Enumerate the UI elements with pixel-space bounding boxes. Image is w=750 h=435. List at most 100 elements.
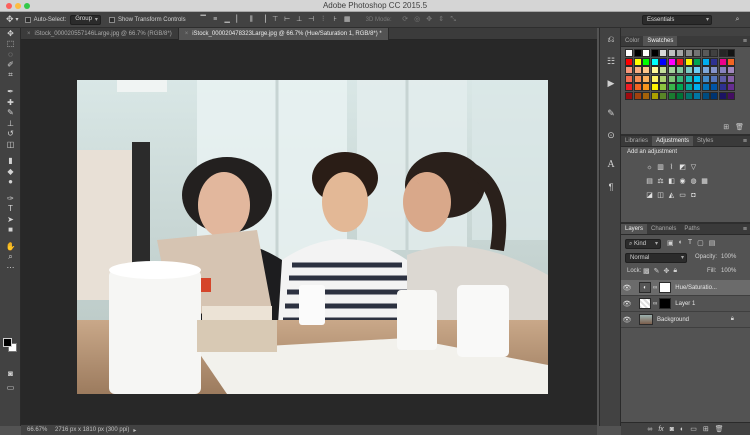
threshold-icon[interactable]: ◭ bbox=[667, 191, 676, 200]
color-swatch[interactable] bbox=[701, 74, 710, 83]
rectangle-icon[interactable]: ■ bbox=[0, 225, 21, 236]
layer-style-icon[interactable]: fx bbox=[658, 426, 663, 433]
3d-scale-icon[interactable]: ⤡ bbox=[449, 15, 458, 24]
brightness-contrast-icon[interactable]: ☼ bbox=[645, 163, 654, 172]
show-transform-checkbox-group[interactable]: Show Transform Controls bbox=[108, 16, 186, 23]
color-swatch[interactable] bbox=[718, 66, 727, 74]
color-swatch[interactable] bbox=[625, 83, 633, 91]
paragraph-panel-icon[interactable]: ¶ bbox=[600, 176, 622, 198]
layer-mask-thumbnail[interactable] bbox=[659, 298, 672, 309]
blur-icon[interactable]: ◆ bbox=[0, 166, 21, 177]
color-swatch[interactable] bbox=[684, 49, 693, 57]
color-swatch[interactable] bbox=[659, 66, 667, 74]
distribute-top-icon[interactable]: ⊤ bbox=[271, 15, 280, 24]
distribute-middle-icon[interactable]: ⊢ bbox=[283, 15, 292, 24]
gradient-map-icon[interactable]: ▭ bbox=[678, 191, 687, 200]
gradient-icon[interactable]: ▮ bbox=[0, 156, 21, 167]
color-swatch[interactable] bbox=[633, 83, 642, 91]
lock-transparent-icon[interactable]: ▩ bbox=[643, 267, 650, 275]
visibility-eye-icon[interactable]: 👁︎ bbox=[621, 300, 633, 308]
auto-select-target-select[interactable]: Group bbox=[70, 14, 101, 25]
eraser-icon[interactable]: ◫ bbox=[0, 139, 21, 150]
filter-type-icon[interactable]: T bbox=[688, 239, 692, 247]
color-swatch[interactable] bbox=[718, 57, 727, 66]
color-swatch[interactable] bbox=[727, 66, 735, 74]
color-swatch[interactable] bbox=[710, 66, 718, 74]
color-swatch[interactable] bbox=[701, 57, 710, 66]
color-swatch[interactable] bbox=[642, 74, 650, 83]
actions-panel-icon[interactable]: ▶ bbox=[600, 72, 622, 94]
color-swatch[interactable] bbox=[676, 66, 684, 74]
filter-pixel-icon[interactable]: ▣ bbox=[667, 239, 674, 247]
new-swatch-icon[interactable]: ⊞ bbox=[723, 123, 729, 131]
color-swatch[interactable] bbox=[676, 57, 684, 66]
search-icon[interactable]: ⌕ bbox=[733, 15, 742, 24]
color-swatch[interactable] bbox=[650, 83, 659, 91]
distribute-right-icon[interactable]: ⊦ bbox=[331, 15, 340, 24]
align-middle-icon[interactable]: ≡ bbox=[211, 15, 220, 24]
dodge-icon[interactable]: ● bbox=[0, 177, 21, 188]
color-swatch[interactable] bbox=[684, 66, 693, 74]
lock-image-icon[interactable]: ✎ bbox=[654, 267, 660, 275]
tab-adjustments[interactable]: Adjustments bbox=[652, 136, 694, 146]
invert-icon[interactable]: ◪ bbox=[645, 191, 654, 200]
tab-styles[interactable]: Styles bbox=[693, 136, 717, 146]
color-swatch[interactable] bbox=[701, 91, 710, 100]
filter-shape-icon[interactable]: ▢ bbox=[697, 239, 704, 247]
color-swatch[interactable] bbox=[684, 83, 693, 91]
color-swatch[interactable] bbox=[667, 49, 676, 57]
color-swatch[interactable] bbox=[710, 74, 718, 83]
color-swatch[interactable] bbox=[659, 83, 667, 91]
filter-adjustment-icon[interactable]: ◐ bbox=[679, 239, 683, 247]
color-swatch[interactable] bbox=[676, 91, 684, 100]
color-swatch[interactable] bbox=[693, 91, 701, 100]
document-tab[interactable]: × iStock_000020557146Large.jpg @ 66.7% (R… bbox=[21, 28, 179, 40]
zoom-icon[interactable]: ⌕ bbox=[0, 252, 21, 263]
3d-pan-icon[interactable]: ✥ bbox=[425, 15, 434, 24]
quick-mask-icon[interactable]: ◙ bbox=[0, 368, 21, 379]
color-swatch[interactable] bbox=[727, 91, 735, 100]
color-swatch[interactable] bbox=[727, 74, 735, 83]
color-swatch[interactable] bbox=[718, 91, 727, 100]
3d-orbit-icon[interactable]: ⟳ bbox=[401, 15, 410, 24]
align-center-icon[interactable]: ⫼ bbox=[247, 15, 256, 24]
color-swatch[interactable] bbox=[667, 74, 676, 83]
workspace-select[interactable]: Essentials bbox=[642, 15, 712, 25]
color-swatch[interactable] bbox=[642, 66, 650, 74]
delete-layer-icon[interactable]: 🗑︎ bbox=[715, 425, 724, 433]
auto-select-checkbox-group[interactable]: Auto-Select: bbox=[24, 16, 66, 23]
color-balance-icon[interactable]: ⚖ bbox=[656, 177, 665, 186]
color-swatch[interactable] bbox=[727, 83, 735, 91]
tool-preset-dropdown-icon[interactable]: ▾ bbox=[16, 16, 19, 23]
fill-value[interactable]: 100% bbox=[721, 268, 736, 274]
color-swatch[interactable] bbox=[650, 49, 659, 57]
tab-libraries[interactable]: Libraries bbox=[621, 136, 652, 146]
history-panel-icon[interactable]: ⎌ bbox=[600, 28, 622, 50]
zoom-level[interactable]: 66.67% bbox=[27, 427, 55, 433]
brush-panel-icon[interactable]: ✎ bbox=[600, 102, 622, 124]
color-swatch[interactable] bbox=[633, 66, 642, 74]
color-swatch[interactable] bbox=[684, 74, 693, 83]
layer-row-layer-1[interactable]: 👁︎ ∞ Layer 1 bbox=[621, 296, 750, 312]
clone-source-icon[interactable]: ⊙ bbox=[600, 124, 622, 146]
3d-slide-icon[interactable]: ⇕ bbox=[437, 15, 446, 24]
close-tab-icon[interactable]: × bbox=[27, 31, 31, 37]
color-swatch[interactable] bbox=[625, 49, 633, 57]
color-swatch[interactable] bbox=[625, 91, 633, 100]
color-swatch[interactable] bbox=[693, 74, 701, 83]
new-adjustment-icon[interactable]: ◐ bbox=[680, 426, 684, 433]
history-brush-icon[interactable]: ↺ bbox=[0, 129, 21, 140]
color-swatch[interactable] bbox=[642, 49, 650, 57]
color-swatch[interactable] bbox=[659, 49, 667, 57]
color-swatch[interactable] bbox=[710, 83, 718, 91]
color-swatch[interactable] bbox=[625, 74, 633, 83]
curves-icon[interactable]: ⌇ bbox=[667, 163, 676, 172]
type-icon[interactable]: T bbox=[0, 204, 21, 215]
color-swatch[interactable] bbox=[625, 66, 633, 74]
color-swatch[interactable] bbox=[642, 91, 650, 100]
canvas-area[interactable] bbox=[21, 40, 597, 424]
layer-row-hue-saturation[interactable]: 👁︎ ◐ ∞ Hue/Saturatio... bbox=[621, 280, 750, 296]
color-swatch[interactable] bbox=[633, 49, 642, 57]
color-swatch[interactable] bbox=[727, 49, 735, 57]
delete-swatch-icon[interactable]: 🗑︎ bbox=[735, 123, 744, 131]
